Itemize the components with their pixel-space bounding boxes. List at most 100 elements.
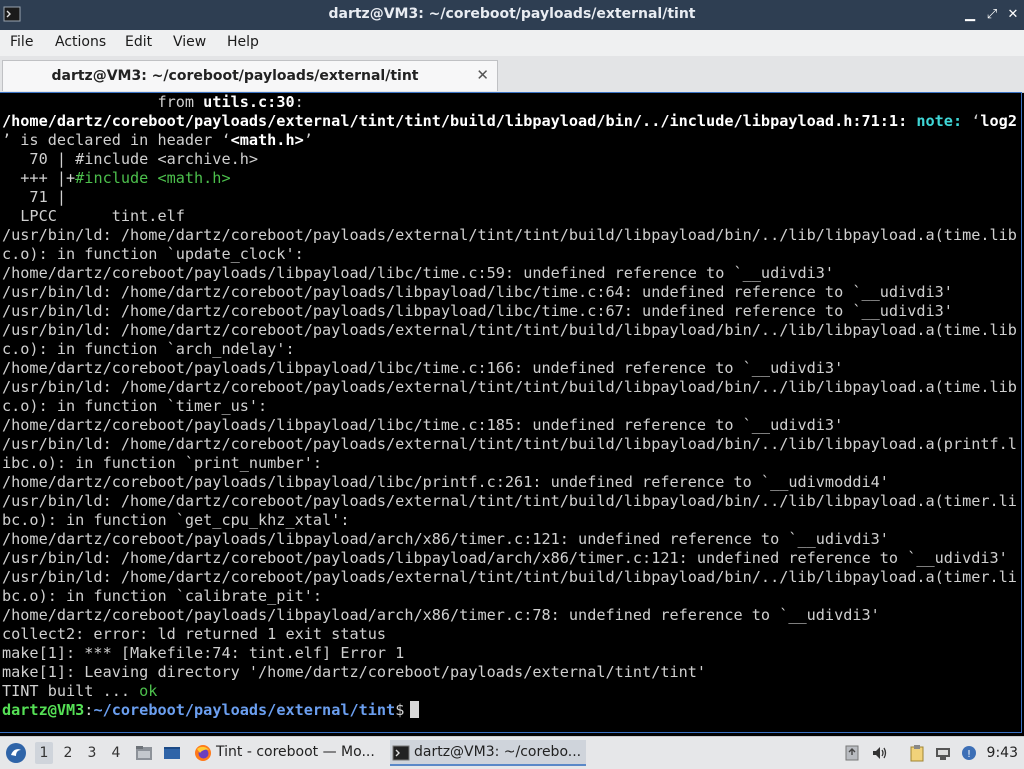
terminal-text-segment: make[1]: *** [Makefile:74: tint.elf] Err… <box>2 644 405 662</box>
terminal-line: /usr/bin/ld: /home/dartz/coreboot/payloa… <box>2 321 1017 340</box>
menu-edit[interactable]: Edit <box>125 34 152 50</box>
terminal-line: LPCC tint.elf <box>2 207 1017 226</box>
prompt-path: ~/coreboot/payloads/external/tint <box>93 701 396 719</box>
terminal-icon <box>392 745 410 761</box>
file-manager-icon[interactable] <box>134 743 154 763</box>
terminal-text-segment: from <box>2 93 204 111</box>
terminal-text-segment: log2 <box>980 112 1017 130</box>
shell-prompt[interactable]: dartz@VM3:~/coreboot/payloads/external/t… <box>2 701 1017 720</box>
menu-view[interactable]: View <box>173 34 206 50</box>
terminal-text-segment: c.o): in function `arch_ndelay': <box>2 340 295 358</box>
terminal-line: 71 | <box>2 188 1017 207</box>
notifications-icon[interactable]: ! <box>960 744 978 762</box>
terminal-text-segment: make[1]: Leaving directory '/home/dartz/… <box>2 663 707 681</box>
workspace-1[interactable]: 1 <box>35 742 53 764</box>
text-cursor <box>410 701 420 718</box>
terminal-text-segment: /usr/bin/ld: /home/dartz/coreboot/payloa… <box>2 549 1008 567</box>
terminal-view[interactable]: from utils.c:30:/home/dartz/coreboot/pay… <box>0 92 1022 733</box>
terminal-text-segment: collect2: error: ld returned 1 exit stat… <box>2 625 387 643</box>
network-icon[interactable] <box>934 744 952 762</box>
minimize-button[interactable]: ▁ <box>962 7 978 23</box>
terminal-text-segment: /home/dartz/coreboot/payloads/libpayload… <box>2 416 844 434</box>
start-menu-icon[interactable] <box>4 741 28 765</box>
terminal-line: c.o): in function `timer_us': <box>2 397 1017 416</box>
firefox-icon <box>195 745 211 761</box>
taskbar-item-label: Tint - coreboot — Mo... <box>216 744 375 760</box>
terminal-line: /home/dartz/coreboot/payloads/libpayload… <box>2 264 1017 283</box>
terminal-text-segment: <math.h> <box>230 131 304 149</box>
volume-icon[interactable] <box>871 744 889 762</box>
workspace-3[interactable]: 3 <box>83 745 101 761</box>
terminal-line: /home/dartz/coreboot/payloads/libpayload… <box>2 473 1017 492</box>
terminal-text-segment: bc.o): in function `calibrate_pit': <box>2 587 323 605</box>
terminal-text-segment: /usr/bin/ld: /home/dartz/coreboot/payloa… <box>2 226 1017 244</box>
terminal-text-segment: /usr/bin/ld: /home/dartz/coreboot/payloa… <box>2 568 1017 586</box>
terminal-text-segment: utils.c:30 <box>203 93 295 111</box>
terminal-line: /usr/bin/ld: /home/dartz/coreboot/payloa… <box>2 549 1017 568</box>
terminal-line: collect2: error: ld returned 1 exit stat… <box>2 625 1017 644</box>
terminal-text-segment: : <box>294 93 304 111</box>
workspace-2[interactable]: 2 <box>59 745 77 761</box>
terminal-text-segment: /home/dartz/coreboot/payloads/external/t… <box>2 112 917 130</box>
terminal-line: ibc.o): in function `print_number': <box>2 454 1017 473</box>
taskbar-item-firefox[interactable]: Tint - coreboot — Mo... <box>192 740 382 766</box>
terminal-line: make[1]: Leaving directory '/home/dartz/… <box>2 663 1017 682</box>
prompt-user: dartz@VM3 <box>2 701 85 719</box>
updates-icon[interactable] <box>843 744 861 762</box>
workspace-4[interactable]: 4 <box>107 745 125 761</box>
terminal-line: /usr/bin/ld: /home/dartz/coreboot/payloa… <box>2 435 1017 454</box>
tab-bar: dartz@VM3: ~/coreboot/payloads/external/… <box>0 56 1024 93</box>
terminal-text-segment: /usr/bin/ld: /home/dartz/coreboot/payloa… <box>2 283 953 301</box>
terminal-text-segment: /usr/bin/ld: /home/dartz/coreboot/payloa… <box>2 378 1017 396</box>
taskbar-item-terminal[interactable]: dartz@VM3: ~/corebo... <box>390 740 586 766</box>
terminal-text-segment: ’ is declared in header ‘ <box>2 131 231 149</box>
terminal-tab[interactable]: dartz@VM3: ~/coreboot/payloads/external/… <box>2 60 498 91</box>
tab-close-icon[interactable]: ✕ <box>476 66 489 84</box>
terminal-text-segment: /home/dartz/coreboot/payloads/libpayload… <box>2 606 880 624</box>
maximize-button[interactable]: ⤢ <box>984 7 1000 23</box>
terminal-line: 70 | #include <archive.h> <box>2 150 1017 169</box>
terminal-line: bc.o): in function `get_cpu_khz_xtal': <box>2 511 1017 530</box>
terminal-text-segment: c.o): in function `update_clock': <box>2 245 304 263</box>
clock[interactable]: 9:43 <box>987 745 1018 761</box>
terminal-text-segment: c.o): in function `timer_us': <box>2 397 268 415</box>
terminal-line: /home/dartz/coreboot/payloads/external/t… <box>2 112 1017 131</box>
terminal-output: from utils.c:30:/home/dartz/coreboot/pay… <box>2 93 1017 720</box>
prompt-symbol: $ <box>395 701 405 719</box>
terminal-text-segment: /home/dartz/coreboot/payloads/libpayload… <box>2 264 835 282</box>
terminal-line: /home/dartz/coreboot/payloads/libpayload… <box>2 416 1017 435</box>
menu-help[interactable]: Help <box>227 34 259 50</box>
terminal-text-segment: /usr/bin/ld: /home/dartz/coreboot/payloa… <box>2 302 953 320</box>
terminal-text-segment: ’ <box>303 131 313 149</box>
show-desktop-icon[interactable] <box>162 743 182 763</box>
menu-actions[interactable]: Actions <box>55 34 106 50</box>
terminal-text-segment: note: <box>916 112 963 130</box>
terminal-text-segment: LPCC tint.elf <box>2 207 185 225</box>
terminal-line: TINT built ... ok <box>2 682 1017 701</box>
menu-file[interactable]: File <box>10 34 33 50</box>
terminal-line: /home/dartz/coreboot/payloads/libpayload… <box>2 359 1017 378</box>
terminal-text-segment: /home/dartz/coreboot/payloads/libpayload… <box>2 473 889 491</box>
tab-label: dartz@VM3: ~/coreboot/payloads/external/… <box>51 68 419 84</box>
terminal-line: /usr/bin/ld: /home/dartz/coreboot/payloa… <box>2 492 1017 511</box>
terminal-line: bc.o): in function `calibrate_pit': <box>2 587 1017 606</box>
terminal-line: c.o): in function `arch_ndelay': <box>2 340 1017 359</box>
terminal-line: /home/dartz/coreboot/payloads/libpayload… <box>2 606 1017 625</box>
close-window-button[interactable]: ✕ <box>1005 7 1021 23</box>
terminal-text-segment: /usr/bin/ld: /home/dartz/coreboot/payloa… <box>2 435 1017 453</box>
clipboard-icon[interactable] <box>908 744 926 762</box>
terminal-text-segment: /usr/bin/ld: /home/dartz/coreboot/payloa… <box>2 492 1017 510</box>
terminal-line: from utils.c:30: <box>2 93 1017 112</box>
terminal-line: /home/dartz/coreboot/payloads/libpayload… <box>2 530 1017 549</box>
terminal-line: /usr/bin/ld: /home/dartz/coreboot/payloa… <box>2 568 1017 587</box>
window-titlebar[interactable]: dartz@VM3: ~/coreboot/payloads/external/… <box>0 0 1024 30</box>
terminal-text-segment: /home/dartz/coreboot/payloads/libpayload… <box>2 530 889 548</box>
terminal-line: +++ |+#include <math.h> <box>2 169 1017 188</box>
terminal-text-segment: /usr/bin/ld: /home/dartz/coreboot/payloa… <box>2 321 1017 339</box>
terminal-line: /usr/bin/ld: /home/dartz/coreboot/payloa… <box>2 283 1017 302</box>
taskbar: 1 2 3 4 Tint - coreboot — Mo... dartz@VM… <box>0 736 1024 769</box>
terminal-text-segment: /home/dartz/coreboot/payloads/libpayload… <box>2 359 844 377</box>
terminal-line: ’ is declared in header ‘<math.h>’ <box>2 131 1017 150</box>
terminal-line: /usr/bin/ld: /home/dartz/coreboot/payloa… <box>2 302 1017 321</box>
terminal-line: c.o): in function `update_clock': <box>2 245 1017 264</box>
